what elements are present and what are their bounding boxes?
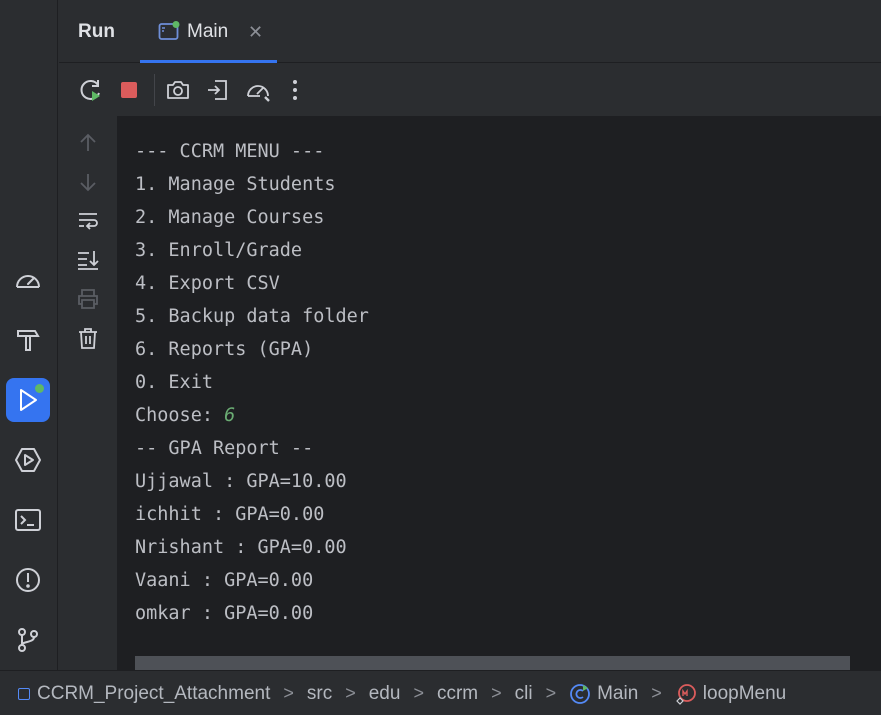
run-tool-window-header: Run Main ✕ (59, 0, 881, 63)
git-icon[interactable] (6, 618, 50, 662)
console-line: 0. Exit (135, 372, 213, 393)
services-icon[interactable] (6, 438, 50, 482)
arrow-down-icon[interactable] (75, 169, 101, 195)
module-icon (18, 687, 30, 700)
breadcrumb-separator: > (413, 683, 424, 703)
problems-icon[interactable] (6, 558, 50, 602)
terminal-icon[interactable] (6, 498, 50, 542)
running-indicator (35, 384, 44, 393)
console-line: --- CCRM MENU --- (135, 141, 325, 162)
console-line: 1. Manage Students (135, 174, 336, 195)
profiler-icon[interactable] (6, 258, 50, 302)
run-icon[interactable] (6, 378, 50, 422)
breadcrumb-cli[interactable]: cli (515, 683, 533, 705)
camera-icon[interactable] (164, 76, 192, 104)
breadcrumb-separator: > (283, 683, 294, 703)
console-line: Nrishant : GPA=0.00 (135, 537, 347, 558)
method-icon (675, 683, 696, 705)
console-text: --- CCRM MENU --- 1. Manage Students 2. … (135, 135, 369, 630)
class-run-icon (570, 683, 590, 704)
tab-main[interactable]: Main ✕ (140, 0, 277, 63)
breadcrumb: CCRM_Project_Attachment > src > edu > cc… (18, 671, 786, 715)
console-line: Vaani : GPA=0.00 (135, 570, 314, 591)
speedometer-icon[interactable] (244, 76, 272, 104)
breadcrumb-separator: > (345, 683, 356, 703)
tab-label: Main (187, 21, 229, 42)
more-vert-icon[interactable] (281, 76, 309, 104)
breadcrumb-method[interactable]: loopMenu (675, 683, 786, 705)
console-line: Ujjawal : GPA=10.00 (135, 471, 347, 492)
close-icon[interactable]: ✕ (248, 22, 263, 43)
tab-selected-indicator (140, 60, 277, 63)
activity-bar (0, 0, 58, 670)
breadcrumb-src[interactable]: src (307, 683, 332, 705)
console-user-input: 6 (224, 405, 236, 426)
breadcrumb-ccrm[interactable]: ccrm (437, 683, 478, 705)
console-line: 5. Backup data folder (135, 306, 369, 327)
horizontal-scrollbar[interactable] (135, 656, 850, 670)
console-line: 4. Export CSV (135, 273, 280, 294)
console-output[interactable]: --- CCRM MENU --- 1. Manage Students 2. … (117, 116, 881, 670)
stop-icon[interactable] (115, 76, 143, 104)
console-prompt: Choose: (135, 405, 225, 426)
print-icon[interactable] (75, 286, 101, 312)
breadcrumb-separator: > (491, 683, 502, 703)
console-line: ichhit : GPA=0.00 (135, 504, 325, 525)
soft-wrap-icon[interactable] (75, 208, 101, 234)
console-line: omkar : GPA=0.00 (135, 603, 314, 624)
trash-icon[interactable] (75, 325, 101, 351)
ide-window: Run Main ✕ --- CCRM MENU --- 1. Manage S… (0, 0, 881, 715)
status-bar: CCRM_Project_Attachment > src > edu > cc… (0, 670, 881, 715)
run-toolbar (59, 64, 881, 116)
console-line: 2. Manage Courses (135, 207, 325, 228)
arrow-up-icon[interactable] (75, 130, 101, 156)
breadcrumb-separator: > (651, 683, 662, 703)
console-line: 6. Reports (GPA) (135, 339, 314, 360)
rerun-icon[interactable] (77, 76, 105, 104)
tool-window-title: Run (78, 21, 115, 42)
build-hammer-icon[interactable] (6, 318, 50, 362)
app-window-icon (158, 21, 180, 40)
scroll-to-end-icon[interactable] (75, 247, 101, 273)
exit-icon[interactable] (204, 76, 232, 104)
breadcrumb-separator: > (545, 683, 557, 703)
console-line: 3. Enroll/Grade (135, 240, 303, 261)
console-line: -- GPA Report -- (135, 438, 314, 459)
breadcrumb-main[interactable]: Main (569, 683, 638, 705)
console-side-toolbar (59, 116, 117, 670)
toolbar-divider (154, 74, 155, 106)
console-prompt-line: Choose: 6 (135, 399, 369, 432)
breadcrumb-project[interactable]: CCRM_Project_Attachment (18, 683, 270, 705)
breadcrumb-edu[interactable]: edu (369, 683, 401, 705)
